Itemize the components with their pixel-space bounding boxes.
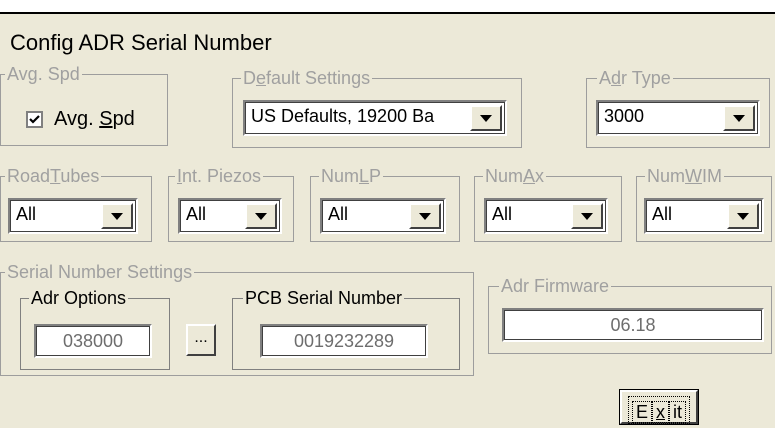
chevron-down-icon xyxy=(737,213,749,220)
window-title: Config ADR Serial Number xyxy=(10,30,272,55)
road-tubes-legend: RoadTubes xyxy=(5,165,102,187)
exit-button[interactable]: Ex it xyxy=(619,389,699,425)
default-settings-select[interactable]: US Defaults, 19200 Ba xyxy=(243,100,507,136)
dropdown-button[interactable] xyxy=(470,105,502,131)
pcb-serial-number-field[interactable]: 0019232289 xyxy=(260,324,428,358)
chevron-down-icon xyxy=(733,115,745,122)
num-lp-select[interactable]: All xyxy=(320,198,446,234)
dropdown-button[interactable] xyxy=(571,203,603,229)
default-settings-legend: Default Settings xyxy=(241,67,373,89)
pcb-serial-number-legend: PCB Serial Number xyxy=(243,287,405,309)
adr-firmware-field[interactable]: 06.18 xyxy=(502,308,764,342)
adr-type-legend: Adr Type xyxy=(597,67,673,89)
int-piezos-value: All xyxy=(186,204,207,224)
avg-spd-legend: Avg. Spd xyxy=(5,63,82,85)
dropdown-button[interactable] xyxy=(101,203,133,229)
num-ax-legend: NumAx xyxy=(483,165,547,187)
chevron-down-icon xyxy=(419,213,431,220)
dropdown-button[interactable] xyxy=(245,203,277,229)
serial-number-settings-legend: Serial Number Settings xyxy=(5,261,195,283)
chevron-down-icon xyxy=(480,115,492,122)
chevron-down-icon xyxy=(581,213,593,220)
checkbox-box[interactable] xyxy=(26,111,43,128)
adr-type-select[interactable]: 3000 xyxy=(596,100,760,136)
adr-options-legend: Adr Options xyxy=(29,287,129,309)
num-ax-select[interactable]: All xyxy=(484,198,608,234)
num-wim-legend: NumWIM xyxy=(645,165,725,187)
avg-spd-checkbox-label: Avg. Spd xyxy=(54,108,135,130)
adr-options-field[interactable]: 038000 xyxy=(34,324,152,358)
chevron-down-icon xyxy=(255,213,267,220)
dropdown-button[interactable] xyxy=(727,203,759,229)
default-settings-value: US Defaults, 19200 Ba xyxy=(251,106,435,126)
road-tubes-select[interactable]: All xyxy=(8,198,138,234)
num-lp-value: All xyxy=(328,204,349,224)
num-lp-legend: NumLP xyxy=(319,165,384,187)
adr-type-value: 3000 xyxy=(604,106,645,126)
dropdown-button[interactable] xyxy=(409,203,441,229)
num-ax-value: All xyxy=(492,204,513,224)
browse-button[interactable]: ... xyxy=(186,324,216,356)
dropdown-button[interactable] xyxy=(723,105,755,131)
num-wim-select[interactable]: All xyxy=(644,198,764,234)
adr-firmware-legend: Adr Firmware xyxy=(499,275,612,297)
chevron-down-icon xyxy=(111,213,123,220)
int-piezos-select[interactable]: All xyxy=(178,198,282,234)
num-wim-value: All xyxy=(652,204,673,224)
int-piezos-legend: Int. Piezos xyxy=(175,165,264,187)
checkmark-icon xyxy=(29,115,40,124)
exit-button-label: Ex it xyxy=(627,396,690,424)
road-tubes-value: All xyxy=(16,204,37,224)
